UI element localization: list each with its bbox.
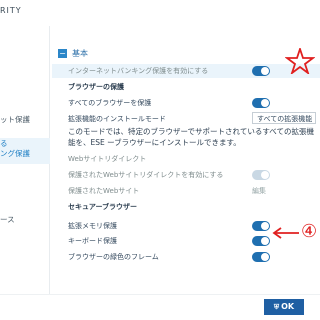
protect-all-browsers-label: すべてのブラウザーを保護 — [68, 99, 152, 107]
internet-banking-toggle[interactable] — [252, 66, 270, 76]
row-secure-browser-heading: セキュアーブラウザー — [52, 200, 320, 214]
extended-memory-label: 拡張メモリ保護 — [68, 222, 117, 230]
shield-icon: ⛨ — [273, 303, 280, 311]
app-title: RITY — [0, 6, 22, 15]
secure-browser-heading: セキュアーブラウザー — [68, 203, 138, 211]
title-bar: RITY — [0, 0, 320, 26]
row-browser-protection-heading: ブラウザーの保護 — [52, 80, 320, 94]
arrow-annotation-icon — [272, 227, 299, 239]
enable-redirect-toggle[interactable] — [252, 170, 270, 180]
star-annotation-icon — [285, 48, 315, 74]
section-header-basic[interactable]: − 基本 — [52, 48, 312, 60]
sidebar-item-resources[interactable]: ース — [0, 214, 15, 225]
sidebar: ット保護 る ング保護 ース — [0, 26, 50, 300]
protect-all-browsers-toggle[interactable] — [252, 98, 270, 108]
extended-memory-toggle[interactable] — [252, 221, 270, 231]
extension-mode-description: このモードでは、特定のブラウザーでサポートされているすべての拡張機能を、ESE … — [68, 127, 314, 147]
keyboard-protection-toggle[interactable] — [252, 236, 270, 246]
internet-banking-label: インターネットバンキング保護を有効にする — [68, 67, 209, 75]
row-internet-banking: インターネットバンキング保護を有効にする — [52, 64, 320, 78]
sidebar-item-network-protection[interactable]: ット保護 — [0, 114, 30, 125]
ok-button[interactable]: ⛨ OK — [264, 299, 304, 315]
row-enable-redirect: 保護されたWebサイトリダイレクトを有効にする — [52, 168, 320, 182]
browser-protection-heading: ブラウザーの保護 — [68, 83, 124, 91]
ok-button-label: OK — [281, 302, 295, 311]
extension-install-mode-select[interactable]: すべての拡張機能 — [252, 112, 316, 124]
extension-install-mode-label: 拡張機能のインストールモード — [68, 115, 166, 123]
web-redirect-heading: Webサイトリダイレクト — [68, 155, 147, 163]
row-green-frame: ブラウザーの緑色のフレーム — [52, 250, 320, 264]
step-number-annotation: ④ — [301, 221, 318, 242]
row-web-redirect-heading: Webサイトリダイレクト — [52, 152, 320, 166]
settings-panel: − 基本 インターネットバンキング保護を有効にする ブラウザーの保護 すべてのブ… — [52, 26, 320, 294]
row-protect-all-browsers: すべてのブラウザーを保護 — [52, 96, 320, 110]
enable-redirect-label: 保護されたWebサイトリダイレクトを有効にする — [68, 171, 224, 179]
row-protected-websites: 保護されたWebサイト 編集 — [52, 184, 320, 198]
row-extension-install-mode: 拡張機能のインストールモード すべての拡張機能 — [52, 112, 320, 126]
extension-install-mode-value: すべての拡張機能 — [257, 115, 313, 123]
sidebar-item-banking-protection[interactable]: ング保護 — [0, 148, 30, 159]
keyboard-protection-label: キーボード保護 — [68, 237, 117, 245]
section-title: 基本 — [72, 49, 88, 58]
green-frame-toggle[interactable] — [252, 252, 270, 262]
footer: ⛨ OK — [0, 294, 320, 320]
green-frame-label: ブラウザーの緑色のフレーム — [68, 253, 159, 261]
protected-websites-label: 保護されたWebサイト — [68, 187, 140, 195]
collapse-icon[interactable]: − — [58, 49, 67, 58]
protected-websites-edit-link[interactable]: 編集 — [252, 186, 266, 196]
